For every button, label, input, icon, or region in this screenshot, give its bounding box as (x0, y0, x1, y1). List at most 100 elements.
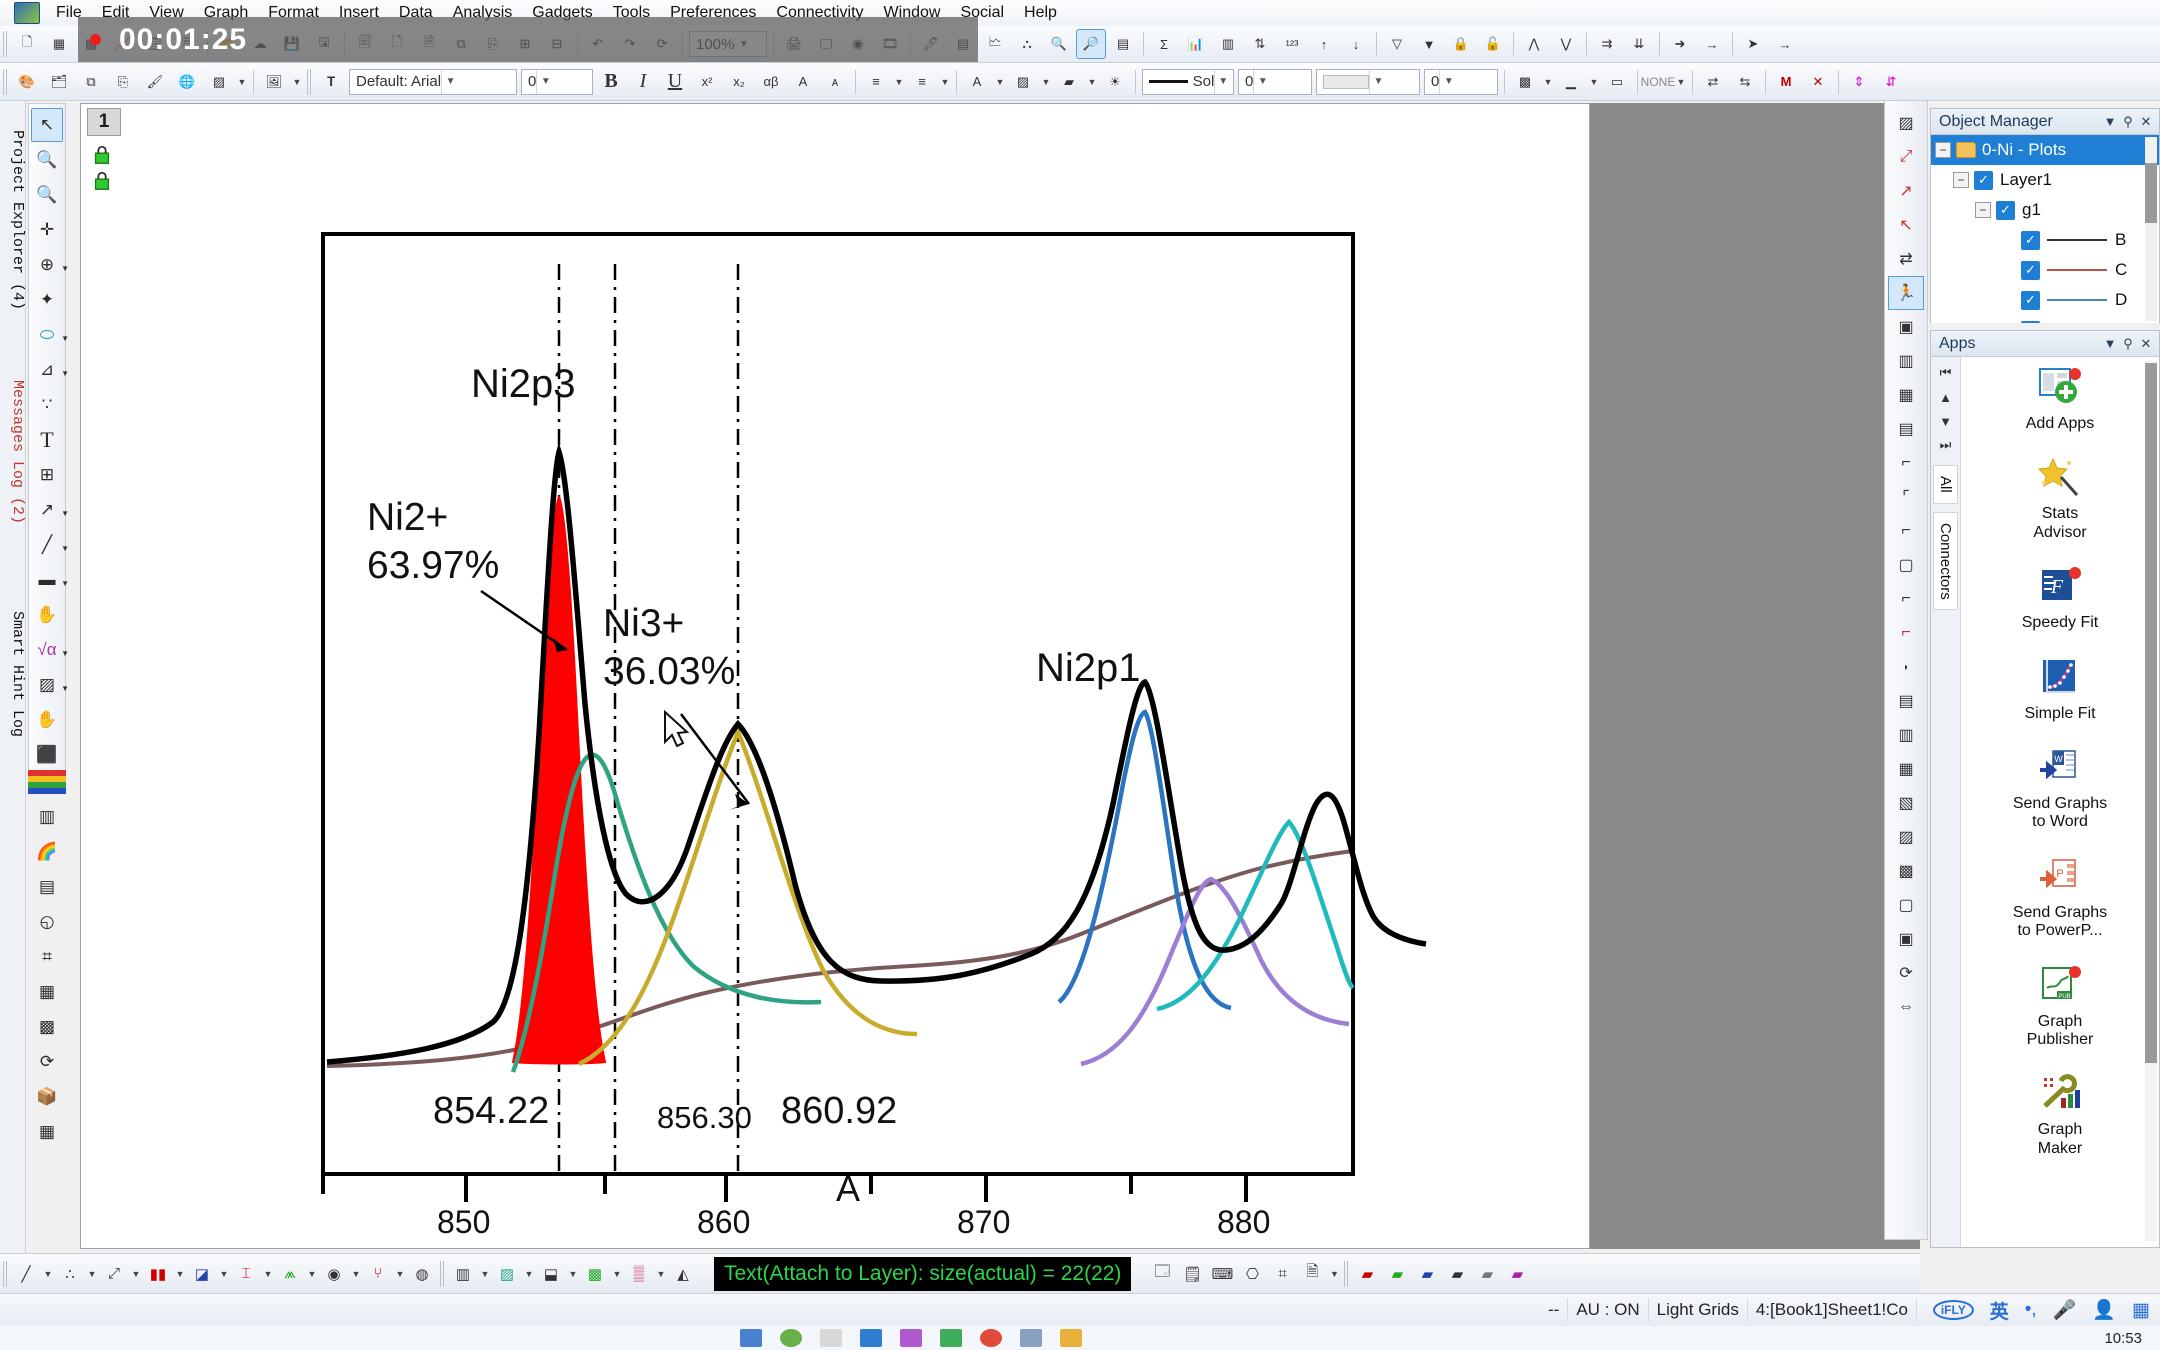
peak-label-854-22[interactable]: 854.22 (433, 1090, 549, 1133)
swap-icon[interactable]: ⇆ (1730, 67, 1760, 97)
menu-item-file[interactable]: File (46, 2, 92, 24)
rescale-icon[interactable]: ⟳ (31, 1045, 63, 1079)
palette-blue-icon[interactable]: ▰ (1412, 1259, 1442, 1289)
axis-right-icon[interactable]: ⌐ (1888, 514, 1924, 548)
sort-columns-icon[interactable]: ⇅ (1245, 29, 1275, 59)
sidebar-tab-smart-hint-log[interactable]: Smart Hint Log (0, 569, 26, 779)
axis-box-icon[interactable]: ▢ (1888, 548, 1924, 582)
color-row-blue[interactable] (28, 788, 66, 794)
ternary-icon[interactable]: ◭ (668, 1259, 698, 1289)
chevron-down-icon[interactable]: ▼ (734, 32, 752, 56)
scroll-up-icon[interactable]: ▲ (1939, 385, 1952, 409)
refresh-icon[interactable]: ⟳ (647, 29, 677, 59)
chevron-down-icon[interactable]: ▼ (261, 1269, 275, 1279)
chevron-down-icon[interactable]: ▼ (235, 77, 249, 87)
palette-icon[interactable]: ▥ (31, 800, 63, 834)
chevron-down-icon[interactable]: ▼ (2101, 114, 2119, 129)
3d-surface-icon[interactable]: ▨ (492, 1259, 522, 1289)
save-project-icon[interactable]: 💾 (277, 29, 307, 59)
contour-icon[interactable]: ◍ (407, 1259, 437, 1289)
align-vertical-icon[interactable]: ⇕ (1844, 67, 1874, 97)
x-axis-title[interactable]: A (836, 1168, 860, 1210)
pointer-tool[interactable]: ↖ (31, 108, 63, 142)
reverse-order-icon[interactable]: ⇄ (1698, 67, 1728, 97)
app-item-speedy-fit[interactable]: F Speedy Fit (1961, 562, 2159, 632)
menu-item-gadgets[interactable]: Gadgets (522, 2, 602, 24)
move-right-icon[interactable]: ➜ (1665, 29, 1695, 59)
chevron-down-icon[interactable]: ▼ (478, 1269, 492, 1279)
import-wizard-icon[interactable]: 🗎 (414, 29, 444, 59)
superscript-icon[interactable]: x² (692, 67, 722, 97)
border-none-icon[interactable]: ▭ (1602, 67, 1632, 97)
undo-icon[interactable]: ↶ (583, 29, 613, 59)
chevron-down-icon[interactable]: ▼ (1039, 77, 1053, 87)
menu-item-social[interactable]: Social (950, 2, 1014, 24)
visibility-checkbox[interactable]: ✓ (1996, 201, 2015, 220)
line-style-combo[interactable]: Sol ▼ (1142, 69, 1234, 95)
copy-format-icon[interactable]: ⧉ (76, 67, 106, 97)
apps-grid-icon[interactable]: ▦ (2132, 1299, 2150, 1322)
taskbar-app-icon-4[interactable] (860, 1329, 882, 1347)
chevron-down-icon[interactable]: ▼ (173, 1269, 187, 1279)
scale-tool[interactable]: ✋ (31, 703, 63, 737)
sort-descending-icon[interactable]: ↓ (1341, 29, 1371, 59)
scroll-last-icon[interactable]: ⏭ (1940, 433, 1952, 457)
rows-stats-icon[interactable]: ▥ (1213, 29, 1243, 59)
arrange-rows-icon[interactable]: ⇉ (1592, 29, 1622, 59)
microphone-icon[interactable]: 🎤 (2053, 1298, 2077, 1322)
import-ascii-icon[interactable]: 🗋 (382, 29, 412, 59)
colormap-icon[interactable]: ▩ (31, 1010, 63, 1044)
data-selector-tool[interactable]: ✦ (31, 283, 63, 317)
annotation-ni2p3[interactable]: Ni2p3 (471, 362, 576, 407)
chevron-down-icon[interactable]: ▼ (522, 1269, 536, 1279)
border-bottom-icon[interactable]: ▁ (1556, 67, 1586, 97)
columns-stats-icon[interactable]: 📊 (1181, 29, 1211, 59)
menu-item-graph[interactable]: Graph (194, 2, 258, 24)
status-cell-source[interactable]: 4:[Book1]Sheet1!Co (1748, 1298, 1917, 1322)
redo-icon[interactable]: ↷ (615, 29, 645, 59)
taskbar-app-icon-8[interactable] (1020, 1329, 1042, 1347)
visibility-checkbox[interactable]: ✓ (1974, 171, 1993, 190)
print-icon[interactable]: 🖨 (779, 29, 809, 59)
object-edit-icon[interactable]: ▤ (1888, 684, 1924, 718)
chevron-down-icon[interactable]: ▼ (1369, 70, 1387, 94)
chevron-down-icon[interactable]: ▼ (993, 77, 1007, 87)
ifly-icon[interactable]: iFLY (1933, 1300, 1974, 1320)
taskbar-app-icon-6[interactable] (940, 1329, 962, 1347)
axis-up-arrow-icon[interactable]: ↖ (1888, 208, 1924, 242)
chevron-down-icon[interactable]: ▼ (566, 1269, 580, 1279)
taskbar-app-icon-5[interactable] (900, 1329, 922, 1347)
menu-item-help[interactable]: Help (1014, 2, 1067, 24)
axis-arrows-icon[interactable]: ⤢ (1888, 140, 1924, 174)
chevron-down-icon[interactable]: ▼ (1085, 77, 1099, 87)
app-item-send-graphs-to-word[interactable]: W Send Graphs to Word (1961, 743, 2159, 832)
expander-icon[interactable]: − (1975, 202, 1991, 218)
merge-layers-icon[interactable]: ▣ (1888, 310, 1924, 344)
toolbar-grip[interactable] (3, 69, 8, 95)
region-tool[interactable]: ⊞ (31, 458, 63, 492)
object-group-icon[interactable]: ▦ (1888, 752, 1924, 786)
menu-item-format[interactable]: Format (258, 2, 329, 24)
line-tool[interactable]: ╱▼ (31, 528, 63, 562)
line-width-combo[interactable]: 0 ▼ (1238, 69, 1312, 95)
axis-single-arrow-icon[interactable]: ↗ (1888, 174, 1924, 208)
status-cell-theme[interactable]: Light Grids (1649, 1298, 1748, 1322)
menu-item-window[interactable]: Window (874, 2, 951, 24)
color-palette-strip[interactable] (28, 770, 66, 794)
arrow-begin-icon[interactable]: NONE (1643, 67, 1673, 97)
legend-icon[interactable]: ▦ (31, 975, 63, 1009)
app-item-send-graphs-to-powerpoint[interactable]: P Send Graphs to PowerP... (1961, 852, 2159, 941)
swap-xy-icon[interactable]: ⇄ (1888, 242, 1924, 276)
tree-item-layer1[interactable]: − ✓ Layer1 (1931, 165, 2159, 195)
stack-layers-icon[interactable]: ▤ (948, 29, 978, 59)
results-log-icon[interactable]: 🗒 (1177, 1259, 1207, 1289)
chevron-down-icon[interactable]: ▼ (61, 544, 69, 553)
zoom-level-combo[interactable]: 100% ▼ (689, 31, 767, 57)
visibility-checkbox[interactable]: ✓ (2021, 261, 2040, 280)
decrease-font-icon[interactable]: ᴀ (820, 67, 850, 97)
chevron-down-icon[interactable]: ▼ (441, 70, 459, 94)
peak-analyzer-icon[interactable]: ⋀ (1519, 29, 1549, 59)
menu-item-view[interactable]: View (139, 2, 193, 24)
area-plot-icon[interactable]: ◪ (187, 1259, 217, 1289)
align-center-icon[interactable]: ≡ (907, 67, 937, 97)
